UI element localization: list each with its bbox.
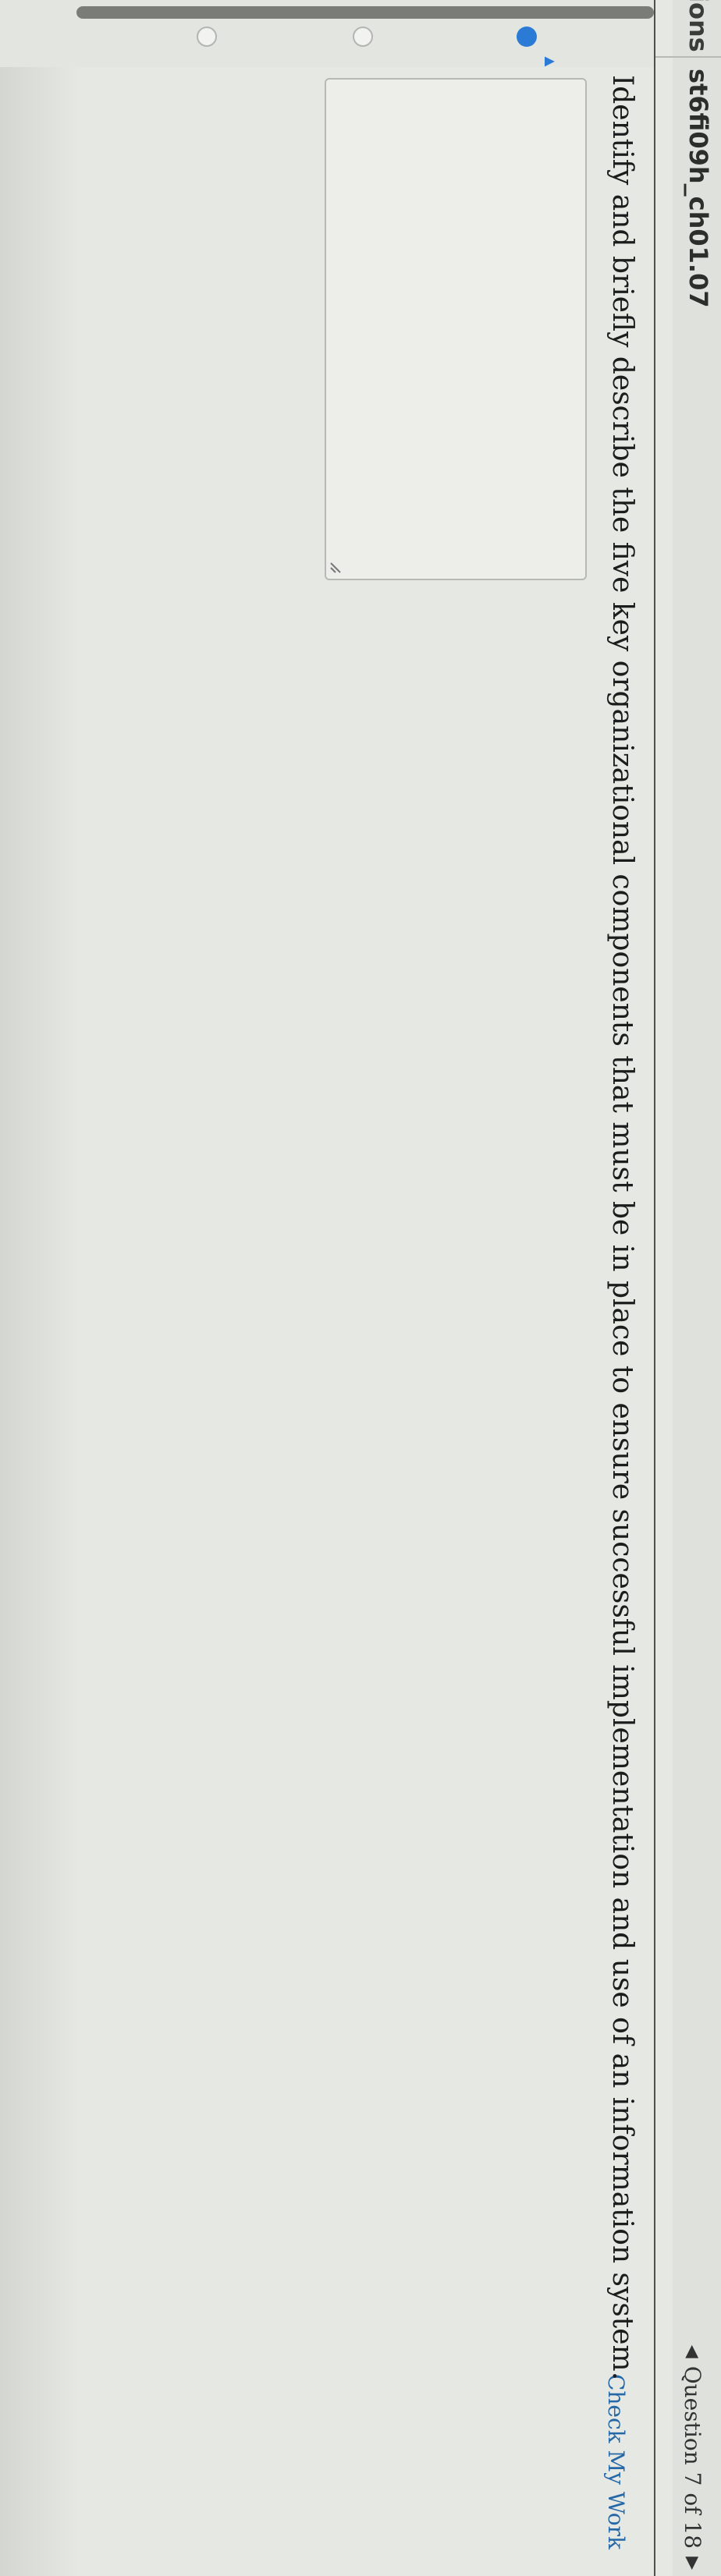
page: ions st6fi09h_ch01.07 ◀ Question 7 of 18…: [0, 0, 721, 2576]
check-my-work-link[interactable]: Check My Work: [603, 2374, 629, 2549]
question-navigator: ◀ Question 7 of 18 ▶: [680, 2345, 705, 2570]
question-dot[interactable]: [353, 27, 373, 47]
assignment-title: st6fi09h_ch01.07: [684, 69, 713, 308]
current-question-marker-icon: ▲: [541, 53, 560, 70]
previous-question-icon[interactable]: ◀: [683, 2345, 702, 2358]
header-rule: [654, 0, 655, 2576]
tab-divider: [655, 56, 721, 58]
question-counter: Question 7 of 18: [680, 2365, 705, 2549]
question-dot[interactable]: [197, 27, 217, 47]
next-question-icon[interactable]: ▶: [683, 2557, 702, 2570]
current-question-dot[interactable]: [517, 27, 537, 47]
answer-textarea[interactable]: [325, 78, 587, 580]
tab-label-cut[interactable]: ions: [684, 0, 713, 52]
question-progress-rail: ▲: [0, 0, 654, 70]
rail-scrollbar[interactable]: [76, 6, 654, 19]
question-prompt: Identify and briefly describe the five k…: [606, 75, 638, 2381]
background-shade: [0, 0, 81, 2576]
resize-handle-icon[interactable]: [329, 560, 343, 574]
assignment-tab-bar: ions st6fi09h_ch01.07 ◀ Question 7 of 18…: [655, 0, 721, 2576]
